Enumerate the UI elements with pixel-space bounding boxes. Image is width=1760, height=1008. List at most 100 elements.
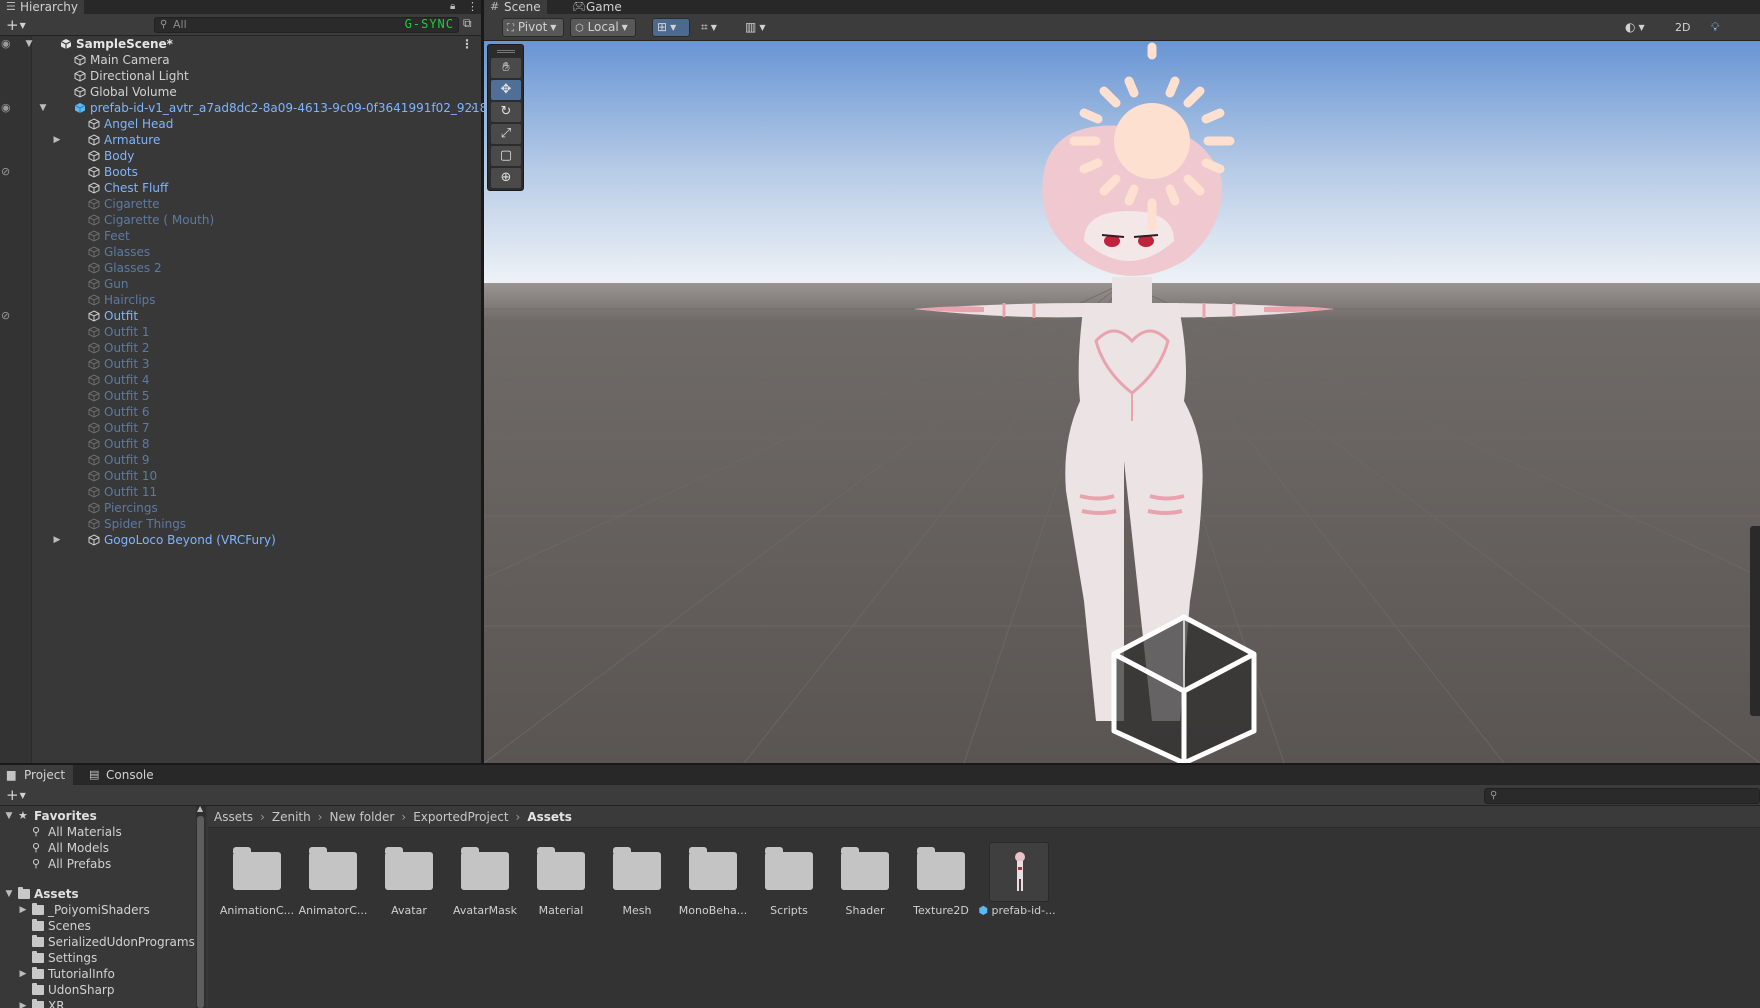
tree-favorite-item[interactable]: ⚲ All Models xyxy=(0,840,196,856)
tab-scene[interactable]: # Scene xyxy=(484,0,547,14)
hierarchy-row[interactable]: Outfit 2 xyxy=(0,340,481,356)
hierarchy-row[interactable]: Glasses xyxy=(0,244,481,260)
tree-assets[interactable]: ▼ Assets xyxy=(0,886,196,902)
breadcrumb-item[interactable]: ExportedProject xyxy=(413,810,508,824)
hierarchy-row[interactable]: Directional Light xyxy=(0,68,481,84)
panel-menu-icon[interactable]: ⋮ xyxy=(467,0,478,14)
hierarchy-row[interactable]: Outfit 10 xyxy=(0,468,481,484)
tree-folder-item[interactable]: ▶ _PoiyomiShaders xyxy=(0,902,196,918)
hierarchy-row[interactable]: ▼ SampleScene* ⋮ ◉ xyxy=(0,36,481,52)
hierarchy-row[interactable]: Cigarette ( Mouth) xyxy=(0,212,481,228)
hierarchy-row[interactable]: Cigarette xyxy=(0,196,481,212)
scroll-up-icon[interactable]: ▲ xyxy=(197,804,203,813)
expand-right-icon[interactable]: ▶ xyxy=(18,902,28,918)
hierarchy-row[interactable]: Outfit 9 xyxy=(0,452,481,468)
hierarchy-row[interactable]: Outfit 7 xyxy=(0,420,481,436)
hierarchy-row[interactable]: Outfit 4 xyxy=(0,372,481,388)
transform-tool[interactable]: ⊕ xyxy=(491,168,521,188)
tab-game[interactable]: 🎮︎ Game xyxy=(566,0,628,14)
hierarchy-row[interactable]: Outfit ⊘ xyxy=(0,308,481,324)
lock-icon[interactable]: 🔒︎ xyxy=(450,0,455,14)
asset-folder[interactable]: AnimationC... xyxy=(220,842,294,922)
hierarchy-row[interactable]: Gun xyxy=(0,276,481,292)
asset-folder[interactable]: Texture2D xyxy=(906,842,976,922)
tree-favorite-item[interactable]: ⚲ All Prefabs xyxy=(0,856,196,872)
hierarchy-search-input[interactable]: ⚲ All G-SYNC xyxy=(154,17,459,33)
hierarchy-row[interactable]: Glasses 2 xyxy=(0,260,481,276)
hierarchy-row[interactable]: Outfit 3 xyxy=(0,356,481,372)
tree-folder-item[interactable]: UdonSharp xyxy=(0,982,196,998)
expand-right-icon[interactable]: ▶ xyxy=(18,998,28,1008)
create-button[interactable]: +▼ xyxy=(6,16,26,37)
tree-folder-item[interactable]: ▶ TutorialInfo xyxy=(0,966,196,982)
scale-tool[interactable]: ⤢ xyxy=(491,124,521,144)
expand-down-icon[interactable]: ▼ xyxy=(4,886,14,902)
rotate-tool[interactable]: ↻ xyxy=(491,102,521,122)
move-tool[interactable]: ✥ xyxy=(491,80,521,100)
tab-hierarchy[interactable]: ☰ Hierarchy xyxy=(0,0,85,14)
hierarchy-row[interactable]: Global Volume xyxy=(0,84,481,100)
hierarchy-row[interactable]: Outfit 5 xyxy=(0,388,481,404)
open-prefab-icon[interactable]: › xyxy=(471,100,475,116)
hidden-eye-icon[interactable]: ⊘ xyxy=(1,164,10,180)
scene-menu-icon[interactable]: ⋮ xyxy=(461,36,473,52)
visible-eye-icon[interactable]: ◉ xyxy=(1,100,11,116)
pivot-dropdown[interactable]: ⛶ Pivot ▼ xyxy=(502,18,564,37)
asset-folder[interactable]: Material xyxy=(526,842,596,922)
hierarchy-row[interactable]: ▶ GogoLoco Beyond (VRCFury) xyxy=(0,532,481,548)
hierarchy-row[interactable]: ▼ prefab-id-v1_avtr_a7ad8dc2-8a09-4613-9c… xyxy=(0,100,495,116)
local-dropdown[interactable]: ⬡ Local ▼ xyxy=(570,18,636,37)
asset-folder[interactable]: Scripts xyxy=(754,842,824,922)
asset-folder[interactable]: Shader xyxy=(830,842,900,922)
tree-folder-item[interactable]: Scenes xyxy=(0,918,196,934)
asset-prefab[interactable]: ⬢ prefab-id-... xyxy=(978,842,1056,922)
asset-folder[interactable]: Mesh xyxy=(602,842,672,922)
hand-tool[interactable]: ✋︎ xyxy=(491,58,521,78)
hidden-eye-icon[interactable]: ⊘ xyxy=(1,308,10,324)
tree-favorite-item[interactable]: ⚲ All Materials xyxy=(0,824,196,840)
snap-increment-button[interactable]: ▥ ▼ xyxy=(740,18,778,37)
grid-settings-button[interactable]: ⌗ ▼ xyxy=(696,18,734,37)
hierarchy-row[interactable]: Outfit 1 xyxy=(0,324,481,340)
expand-right-icon[interactable]: ▶ xyxy=(52,132,62,148)
breadcrumb-item[interactable]: New folder xyxy=(330,810,395,824)
lighting-toggle[interactable]: 💡︎ xyxy=(1706,18,1728,37)
hierarchy-row[interactable]: Outfit 8 xyxy=(0,436,481,452)
grid-snap-toggle[interactable]: ⊞ ▼ xyxy=(652,18,690,37)
expand-right-icon[interactable]: ▶ xyxy=(52,532,62,548)
asset-folder[interactable]: Avatar xyxy=(374,842,444,922)
expand-right-icon[interactable]: ▶ xyxy=(18,966,28,982)
hierarchy-row[interactable]: Body xyxy=(0,148,481,164)
tree-favorites[interactable]: ▼ ★ Favorites xyxy=(0,808,196,824)
hierarchy-row[interactable]: Angel Head xyxy=(0,116,481,132)
hierarchy-row[interactable]: Outfit 6 xyxy=(0,404,481,420)
hierarchy-row[interactable]: Spider Things xyxy=(0,516,481,532)
overlay-side-handle[interactable] xyxy=(1750,526,1760,716)
tab-project[interactable]: ▆ Project xyxy=(0,765,74,785)
hierarchy-row[interactable]: Hairclips xyxy=(0,292,481,308)
draw-mode-dropdown[interactable]: ◐ ▼ xyxy=(1620,18,1656,37)
scene-render[interactable] xyxy=(484,41,1760,763)
tab-console[interactable]: ▤ Console xyxy=(82,765,162,785)
breadcrumb-item[interactable]: Zenith xyxy=(272,810,311,824)
asset-folder[interactable]: AvatarMask xyxy=(450,842,520,922)
visible-eye-icon[interactable]: ◉ xyxy=(1,36,11,52)
hierarchy-row[interactable]: Main Camera xyxy=(0,52,481,68)
asset-folder[interactable]: MonoBeha... xyxy=(678,842,748,922)
scene-viewport[interactable]: ✋︎ ✥ ↻ ⤢ ▢ ⊕ xyxy=(484,41,1760,763)
tree-folder-item[interactable]: ▶ XR xyxy=(0,998,196,1008)
expand-down-icon[interactable]: ▼ xyxy=(4,808,14,824)
project-tree-scrollbar[interactable]: ▲ xyxy=(196,804,206,1008)
expand-down-icon[interactable]: ▼ xyxy=(38,100,48,116)
hierarchy-row[interactable]: Chest Fluff xyxy=(0,180,481,196)
breadcrumb-item[interactable]: Assets xyxy=(214,810,253,824)
project-create-button[interactable]: +▼ xyxy=(6,786,26,807)
palette-grip[interactable] xyxy=(497,50,515,53)
hierarchy-row[interactable]: ▶ Armature xyxy=(0,132,481,148)
scene-visibility-icon[interactable]: ⧉ xyxy=(463,16,472,31)
hierarchy-row[interactable]: Feet xyxy=(0,228,481,244)
scrollbar-thumb[interactable] xyxy=(197,816,204,1008)
tree-folder-item[interactable]: SerializedUdonPrograms xyxy=(0,934,196,950)
project-search-input[interactable]: ⚲ xyxy=(1484,788,1760,804)
breadcrumb-item[interactable]: Assets xyxy=(527,810,572,824)
